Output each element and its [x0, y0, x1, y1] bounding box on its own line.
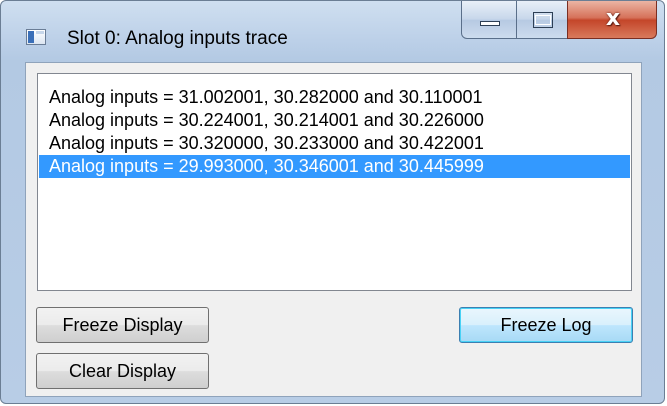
client-area: Analog inputs = 31.002001, 30.282000 and…: [25, 62, 642, 397]
close-button[interactable]: x: [567, 1, 657, 39]
caption-buttons: x: [461, 1, 657, 39]
freeze-display-button[interactable]: Freeze Display: [36, 307, 209, 343]
list-item[interactable]: Analog inputs = 30.224001, 30.214001 and…: [39, 109, 630, 132]
trace-window: Slot 0: Analog inputs trace x Analog inp…: [0, 0, 665, 404]
list-item-selected[interactable]: Analog inputs = 29.993000, 30.346001 and…: [39, 155, 630, 178]
maximize-button[interactable]: [516, 1, 568, 39]
minimize-icon: [480, 21, 500, 26]
maximize-icon: [533, 12, 553, 28]
clear-display-button[interactable]: Clear Display: [36, 353, 209, 389]
close-icon: x: [605, 6, 621, 31]
list-item[interactable]: Analog inputs = 30.320000, 30.233000 and…: [39, 132, 630, 155]
minimize-button[interactable]: [461, 1, 517, 39]
list-item[interactable]: Analog inputs = 31.002001, 30.282000 and…: [39, 86, 630, 109]
window-title: Slot 0: Analog inputs trace: [67, 28, 288, 49]
title-bar[interactable]: Slot 0: Analog inputs trace x: [1, 1, 664, 63]
freeze-log-button[interactable]: Freeze Log: [459, 307, 633, 343]
app-window-icon[interactable]: [26, 29, 46, 45]
trace-listbox[interactable]: Analog inputs = 31.002001, 30.282000 and…: [37, 73, 632, 291]
